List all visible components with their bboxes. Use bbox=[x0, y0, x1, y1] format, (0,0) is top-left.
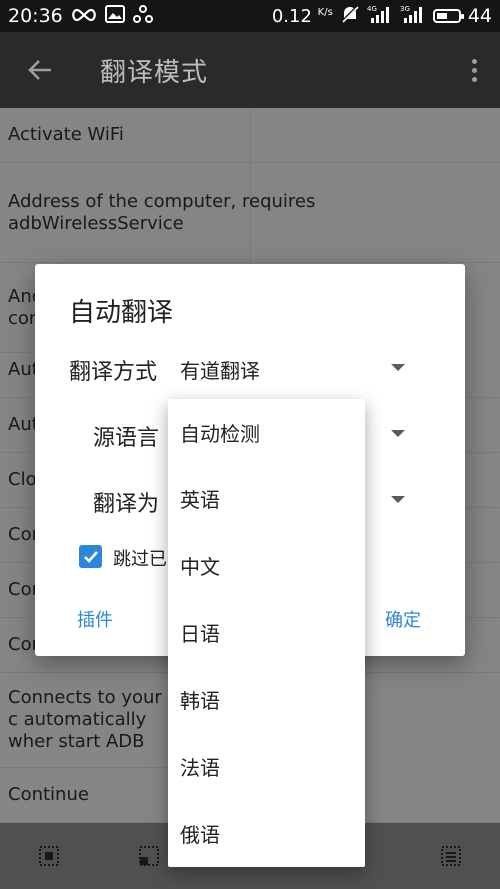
translate-method-select[interactable]: 有道翻译 bbox=[175, 350, 415, 386]
network-speed: 0.12 K/s bbox=[271, 5, 333, 27]
battery-icon bbox=[432, 9, 464, 23]
language-dropdown-menu: 自动检测 英语 中文 日语 韩语 法语 俄语 bbox=[168, 399, 365, 867]
more-options-icon[interactable] bbox=[470, 58, 478, 82]
image-icon bbox=[104, 4, 125, 28]
dialog-title: 自动翻译 bbox=[69, 298, 174, 328]
translate-method-value: 有道翻译 bbox=[180, 359, 260, 383]
skip-label: 跳过已 bbox=[113, 549, 167, 570]
plugins-button[interactable]: 插件 bbox=[77, 606, 113, 632]
chevron-down-icon bbox=[391, 364, 405, 371]
page-title: 翻译模式 bbox=[100, 57, 209, 88]
ok-button[interactable]: 确定 bbox=[385, 606, 421, 632]
menu-item-japanese[interactable]: 日语 bbox=[168, 599, 365, 665]
skip-checkbox[interactable] bbox=[79, 545, 102, 568]
arrow-left-icon bbox=[28, 60, 51, 80]
chevron-down-icon bbox=[391, 430, 405, 437]
menu-item-french[interactable]: 法语 bbox=[168, 733, 365, 799]
infinity-icon bbox=[71, 5, 97, 27]
check-icon bbox=[83, 550, 98, 563]
svg-text:4G: 4G bbox=[367, 5, 377, 13]
app-bar: 翻译模式 bbox=[0, 32, 500, 108]
share-icon bbox=[132, 4, 153, 28]
menu-item-chinese[interactable]: 中文 bbox=[168, 532, 365, 598]
translate-method-label: 翻译方式 bbox=[69, 360, 158, 385]
target-language-label: 翻译为 bbox=[93, 492, 160, 517]
svg-text:3G: 3G bbox=[400, 5, 410, 13]
signal-icon: 4G bbox=[367, 4, 393, 29]
status-bar: 20:36 0.12 K/s 4G 3G 44 bbox=[0, 0, 500, 32]
mute-icon bbox=[340, 4, 360, 29]
chevron-down-icon bbox=[391, 496, 405, 503]
menu-item-auto-detect[interactable]: 自动检测 bbox=[168, 399, 365, 465]
menu-item-korean[interactable]: 韩语 bbox=[168, 666, 365, 732]
status-time: 20:36 bbox=[8, 5, 63, 27]
battery-level: 44 bbox=[467, 5, 492, 27]
back-button[interactable] bbox=[22, 52, 58, 88]
signal-icon: 3G bbox=[400, 4, 426, 29]
source-language-label: 源语言 bbox=[93, 426, 160, 451]
menu-item-russian[interactable]: 俄语 bbox=[168, 800, 365, 866]
menu-item-english[interactable]: 英语 bbox=[168, 465, 365, 531]
